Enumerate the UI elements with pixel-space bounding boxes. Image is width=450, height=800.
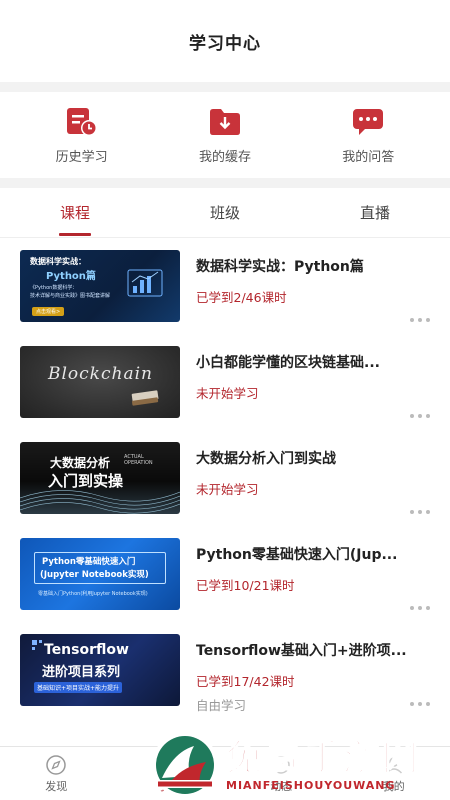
course-progress: 已学到17/42课时 [196,674,295,689]
header: 学习中心 [0,0,450,82]
thumb-text: 大数据分析 [50,456,111,470]
course-item[interactable]: 数据科学实战： Python篇 《Python数据科学： 技术详解与商业实践》图… [0,238,450,334]
more-options-icon[interactable] [410,702,430,706]
course-thumbnail[interactable]: Python零基础快速入门 (Jupyter Notebook实现) 零基础入门… [20,538,180,610]
thumb-text: 基础知识+项目实战+能力提升 [34,682,123,693]
course-progress: 未开始学习 [196,386,259,401]
more-options-icon[interactable] [410,606,430,610]
nav-label: 发现 [45,779,68,793]
cache-button[interactable]: 我的缓存 [170,106,280,165]
more-options-icon[interactable] [410,318,430,322]
divider [0,82,450,92]
qa-label: 我的问答 [342,149,395,165]
course-thumbnail[interactable]: Blockchain [20,346,180,418]
tab-live[interactable]: 直播 [315,188,435,238]
thumb-text: OPERATION [124,460,153,466]
thumb-text: 零基础入门Python(利用Jupyter Notebook实现) [38,591,148,597]
course-item[interactable]: Blockchain 小白都能学懂的区块链基础... 未开始学习 [0,334,450,430]
thumb-text: 《Python数据科学： [30,285,78,291]
course-info: 数据科学实战：Python篇 已学到2/46课时 [196,250,430,306]
divider [0,178,450,188]
thumb-text: Python篇 [46,271,96,282]
history-label: 历史学习 [55,149,108,165]
course-progress: 已学到10/21课时 [196,578,295,593]
cache-label: 我的缓存 [198,149,251,165]
thumb-text: 进阶项目系列 [42,665,121,680]
course-progress: 未开始学习 [196,482,259,497]
qa-button[interactable]: 我的问答 [313,106,423,165]
course-list: 数据科学实战： Python篇 《Python数据科学： 技术详解与商业实践》图… [0,238,450,718]
course-item[interactable]: Python零基础快速入门 (Jupyter Notebook实现) 零基础入门… [0,526,450,622]
tab-bar: 课程 班级 直播 [0,188,450,238]
course-info: Python零基础快速入门(Jup... 已学到10/21课时 [196,538,430,594]
watermark-sub-text: MIANFEISHOUYOUWANG [226,778,396,792]
course-info: 小白都能学懂的区块链基础... 未开始学习 [196,346,430,402]
course-thumbnail[interactable]: Tensorflow 进阶项目系列 基础知识+项目实战+能力提升 [20,634,180,706]
course-title: 数据科学实战：Python篇 [196,259,364,275]
watermark: 免费手游网 MIANFEISHOUYOUWANG [150,730,450,800]
watermark-main-text: 免费手游网 [225,737,422,779]
thumb-text: (Jupyter Notebook实现) [40,570,149,580]
course-item[interactable]: 大数据分析 入门到实操 ACTUAL OPERATION 大数据分析入门到实战 … [0,430,450,526]
course-note: 自由学习 [196,698,247,713]
course-progress: 已学到2/46课时 [196,290,287,305]
course-item[interactable]: Tensorflow 进阶项目系列 基础知识+项目实战+能力提升 Tensorf… [0,622,450,718]
page-title: 学习中心 [189,33,261,54]
watermark-logo-icon [152,732,218,798]
history-button[interactable]: 历史学习 [27,106,137,165]
more-options-icon[interactable] [410,510,430,514]
course-info: 大数据分析入门到实战 未开始学习 [196,442,430,498]
history-icon [65,106,99,138]
course-info: Tensorflow基础入门+进阶项... 已学到17/42课时 自由学习 [196,634,430,714]
thumb-text: 技术详解与商业实践》图书配套讲解 [30,293,111,299]
course-title: 小白都能学懂的区块链基础... [196,355,380,371]
course-thumbnail[interactable]: 大数据分析 入门到实操 ACTUAL OPERATION [20,442,180,514]
study-center-page: 学习中心 历史学习 我的缓存 我的问答 课程 班级 直播 数据科学实战： Pyt… [0,0,450,800]
tab-classes[interactable]: 班级 [165,188,285,238]
course-title: Python零基础快速入门(Jup... [196,547,398,563]
thumb-text: 入门到实操 [48,472,124,490]
download-folder-icon [208,106,242,138]
quick-actions: 历史学习 我的缓存 我的问答 [0,92,450,178]
nav-discover[interactable]: 发现 [0,747,113,800]
course-title: 大数据分析入门到实战 [196,451,336,467]
thumb-text: Python零基础快速入门 [42,557,136,567]
watermark-text: 免费手游网 MIANFEISHOUYOUWANG [225,737,422,792]
course-title: Tensorflow基础入门+进阶项... [196,643,407,659]
compass-icon [46,754,66,775]
chat-bubble-icon [351,106,385,138]
chalk-eraser-icon [131,390,159,406]
more-options-icon[interactable] [410,414,430,418]
course-thumbnail[interactable]: 数据科学实战： Python篇 《Python数据科学： 技术详解与商业实践》图… [20,250,180,322]
thumb-text: Tensorflow [44,642,129,658]
thumb-text: 数据科学实战： [30,257,86,266]
tab-courses[interactable]: 课程 [15,188,135,238]
thumb-text: 点击观看> [32,307,65,316]
